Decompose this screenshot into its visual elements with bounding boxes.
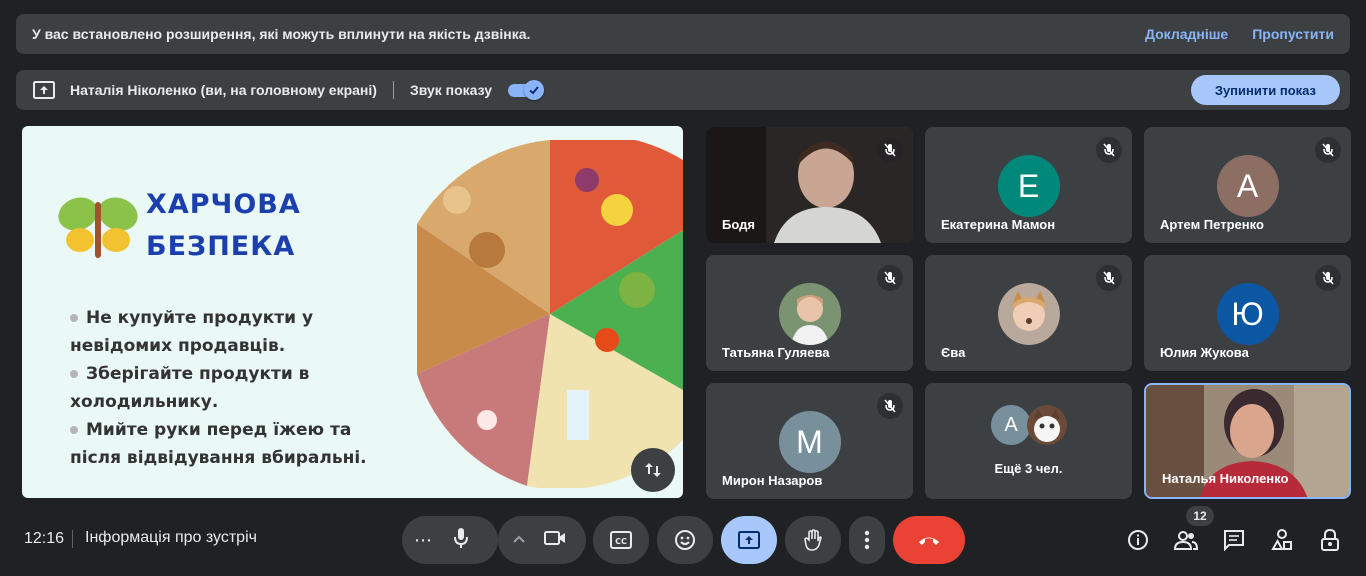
bullet-item: Мийте руки перед їжею та bbox=[70, 416, 410, 444]
participant-tile[interactable]: Ю Юлия Жукова bbox=[1144, 255, 1351, 371]
camera-control-group bbox=[498, 516, 586, 564]
mic-off-icon bbox=[1096, 265, 1122, 291]
slide-title-line-2: БЕЗПЕКА bbox=[146, 231, 296, 262]
participant-avatar-small: А bbox=[991, 405, 1031, 445]
presenter-name: Наталія Ніколенко (ви, на головному екра… bbox=[70, 82, 377, 98]
svg-text:CC: CC bbox=[615, 537, 627, 546]
raise-hand-icon bbox=[804, 529, 822, 551]
extension-warning-banner: У вас встановлено розширення, які можуть… bbox=[16, 14, 1350, 54]
participant-name: Юлия Жукова bbox=[1160, 345, 1249, 360]
participant-avatar: Ю bbox=[1216, 283, 1279, 345]
meeting-clock: 12:16 bbox=[24, 530, 65, 547]
learn-more-link[interactable]: Докладніше bbox=[1145, 26, 1228, 42]
shared-screen: ХАРЧОВА БЕЗПЕКА Не купуйте продукти у не… bbox=[22, 126, 683, 498]
presenting-bar: Наталія Ніколенко (ви, на головному екра… bbox=[16, 70, 1350, 110]
emoji-button[interactable] bbox=[657, 516, 713, 564]
mic-control-group: ⋯ bbox=[402, 516, 498, 564]
participant-photo bbox=[997, 283, 1060, 345]
participant-name: Татьяна Гуляева bbox=[722, 345, 830, 360]
activities-icon bbox=[1271, 529, 1292, 550]
cat-photo bbox=[1027, 405, 1067, 445]
more-options-button[interactable] bbox=[849, 516, 885, 564]
present-icon bbox=[738, 531, 760, 549]
participant-name: Наталья Николенко bbox=[1162, 471, 1289, 486]
present-now-button[interactable] bbox=[721, 516, 777, 564]
participant-tile[interactable]: Бодя bbox=[706, 127, 913, 243]
mic-off-icon bbox=[1096, 137, 1122, 163]
host-controls-icon bbox=[1321, 529, 1339, 551]
presentation-sound-label: Звук показу bbox=[409, 82, 493, 98]
mic-off-icon bbox=[1315, 137, 1341, 163]
more-participants-label: Ещё 3 чел. bbox=[994, 461, 1063, 476]
participant-name: Артем Петренко bbox=[1160, 217, 1264, 232]
participant-avatar: М bbox=[778, 411, 841, 473]
chat-icon bbox=[1224, 530, 1244, 551]
slide-title: ХАРЧОВА БЕЗПЕКА bbox=[146, 184, 301, 268]
raise-hand-button[interactable] bbox=[785, 516, 841, 564]
more-vert-icon bbox=[864, 530, 870, 550]
emoji-icon bbox=[675, 530, 695, 550]
presentation-sound-toggle[interactable] bbox=[508, 80, 545, 100]
bullet-item: Не купуйте продукти у bbox=[70, 304, 410, 332]
participant-name: Єва bbox=[941, 345, 966, 360]
butterfly-logo bbox=[58, 197, 138, 258]
mic-off-icon bbox=[877, 137, 903, 163]
mic-off-icon bbox=[877, 265, 903, 291]
skip-link[interactable]: Пропустити bbox=[1252, 26, 1334, 42]
stop-presenting-button[interactable]: Зупинити показ bbox=[1190, 75, 1340, 105]
chevron-up-icon[interactable] bbox=[512, 531, 526, 549]
participant-tile[interactable]: Е Екатерина Мамон bbox=[925, 127, 1132, 243]
captions-icon: CC bbox=[610, 531, 632, 549]
meeting-info-label[interactable]: Інформація про зустріч bbox=[85, 529, 257, 547]
end-call-icon bbox=[919, 537, 939, 545]
host-controls-button[interactable] bbox=[1316, 526, 1344, 554]
banner-text: У вас встановлено розширення, які можуть… bbox=[32, 26, 531, 42]
info-icon bbox=[1128, 530, 1148, 550]
divider bbox=[392, 81, 394, 99]
people-button[interactable] bbox=[1172, 526, 1200, 554]
swap-icon bbox=[645, 463, 661, 477]
people-icon bbox=[1174, 531, 1198, 550]
divider bbox=[72, 530, 73, 548]
swap-layout-button[interactable] bbox=[631, 448, 675, 492]
leave-call-button[interactable] bbox=[893, 516, 965, 564]
participant-tile[interactable]: Татьяна Гуляева bbox=[706, 255, 913, 371]
participant-avatar: А bbox=[1216, 155, 1279, 217]
food-plate-image bbox=[417, 140, 683, 488]
bullet-item-cont: після відвідування вбиральні. bbox=[70, 448, 367, 468]
slide-bullets: Не купуйте продукти у невідомих продавці… bbox=[70, 304, 410, 472]
mic-off-icon bbox=[877, 393, 903, 419]
self-view-tile[interactable]: Наталья Николенко bbox=[1144, 383, 1351, 499]
present-screen-icon bbox=[32, 78, 56, 102]
more-options-icon[interactable]: ⋯ bbox=[414, 530, 434, 551]
bottom-toolbar: 12:16 Інформація про зустріч ⋯ CC 12 bbox=[0, 506, 1366, 576]
activities-button[interactable] bbox=[1268, 526, 1296, 554]
participant-tile[interactable]: А Артем Петренко bbox=[1144, 127, 1351, 243]
bullet-item-cont: невідомих продавців. bbox=[70, 336, 286, 356]
participant-name: Бодя bbox=[722, 217, 755, 232]
participant-photo bbox=[778, 283, 841, 345]
chat-button[interactable] bbox=[1220, 526, 1248, 554]
mic-icon[interactable] bbox=[452, 527, 470, 554]
participant-name: Екатерина Мамон bbox=[941, 217, 1056, 232]
bullet-item-cont: холодильнику. bbox=[70, 392, 219, 412]
slide-title-line-1: ХАРЧОВА bbox=[146, 189, 301, 220]
participant-avatar: Е bbox=[997, 155, 1060, 217]
more-participants-tile[interactable]: А Ещё 3 чел. bbox=[925, 383, 1132, 499]
participant-tile[interactable]: Єва bbox=[925, 255, 1132, 371]
mic-off-icon bbox=[1315, 265, 1341, 291]
meeting-details-button[interactable] bbox=[1124, 526, 1152, 554]
captions-button[interactable]: CC bbox=[593, 516, 649, 564]
participant-tile[interactable]: М Мирон Назаров bbox=[706, 383, 913, 499]
bullet-item: Зберігайте продукти в bbox=[70, 360, 410, 388]
camera-icon[interactable] bbox=[544, 530, 566, 551]
people-count-badge: 12 bbox=[1186, 506, 1214, 526]
participant-name: Мирон Назаров bbox=[722, 473, 823, 488]
check-icon bbox=[524, 80, 545, 100]
